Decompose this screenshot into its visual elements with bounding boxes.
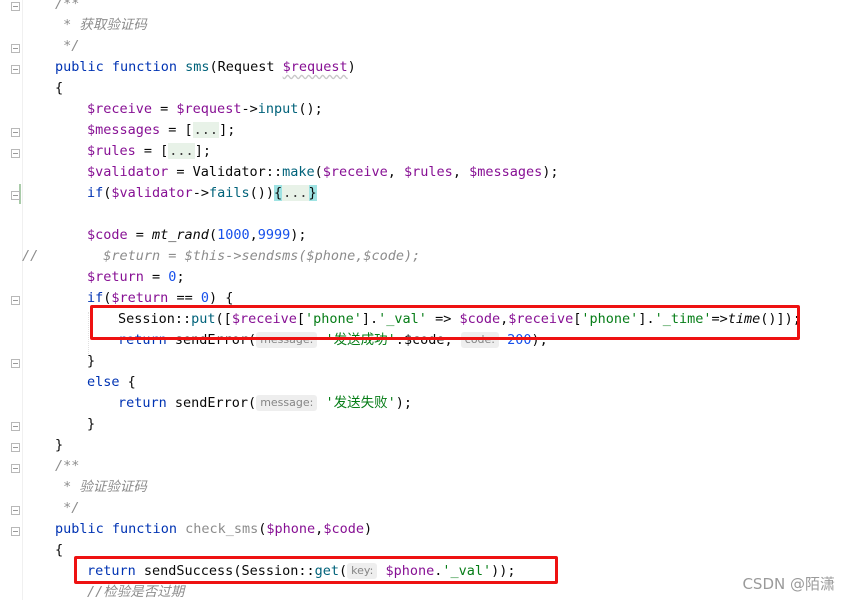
code-line[interactable]: else {: [87, 372, 136, 393]
code-line[interactable]: {: [55, 78, 63, 99]
fold-toggle-icon[interactable]: [11, 191, 20, 200]
fold-toggle-icon[interactable]: [11, 149, 20, 158]
fold-toggle-icon[interactable]: [11, 44, 20, 53]
code-line[interactable]: $rules = [...];: [87, 141, 211, 162]
code-line[interactable]: return sendError(message: '发送失败');: [118, 393, 412, 414]
fold-toggle-icon[interactable]: [11, 128, 20, 137]
code-line[interactable]: */: [55, 498, 79, 519]
folded-region[interactable]: ...: [168, 143, 195, 159]
code-line[interactable]: $code = mt_rand(1000,9999);: [87, 225, 307, 246]
code-line[interactable]: /**: [55, 0, 79, 15]
highlight-box: [90, 305, 800, 340]
folded-region[interactable]: ...: [192, 122, 220, 138]
highlight-box: [74, 556, 558, 584]
fold-toggle-icon[interactable]: [11, 296, 20, 305]
code-line[interactable]: /**: [55, 456, 79, 477]
code-line[interactable]: */: [55, 36, 79, 57]
fold-toggle-icon[interactable]: [11, 506, 20, 515]
fold-toggle-icon[interactable]: [11, 443, 20, 452]
code-line[interactable]: }: [55, 435, 63, 456]
param-hint: message:: [256, 395, 318, 411]
code-line[interactable]: }: [87, 351, 95, 372]
code-line[interactable]: $validator = Validator::make($receive, $…: [87, 162, 559, 183]
code-line[interactable]: {: [55, 540, 63, 561]
fold-toggle-icon[interactable]: [11, 65, 20, 74]
fold-toggle-icon[interactable]: [11, 527, 20, 536]
folded-region[interactable]: ...: [282, 185, 309, 201]
code-line[interactable]: $receive = $request->input();: [87, 99, 323, 120]
code-line[interactable]: $return = 0;: [87, 267, 185, 288]
code-line[interactable]: public function check_sms($phone,$code): [55, 519, 372, 540]
code-line[interactable]: public function sms(Request $request): [55, 57, 356, 78]
fold-toggle-icon[interactable]: [11, 2, 20, 11]
code-line[interactable]: }: [87, 414, 95, 435]
code-line[interactable]: if($validator->fails()){...}: [87, 183, 317, 204]
code-line[interactable]: // $return = $this->sendsms($phone,$code…: [22, 246, 420, 267]
fold-toggle-icon[interactable]: [11, 422, 20, 431]
fold-toggle-icon[interactable]: [11, 359, 20, 368]
fold-toggle-icon[interactable]: [11, 464, 20, 473]
code-line[interactable]: $messages = [...];: [87, 120, 235, 141]
watermark: CSDN @陌潇: [742, 575, 835, 593]
code-line[interactable]: * 验证验证码: [55, 477, 147, 498]
code-line[interactable]: * 获取验证码: [55, 15, 147, 36]
